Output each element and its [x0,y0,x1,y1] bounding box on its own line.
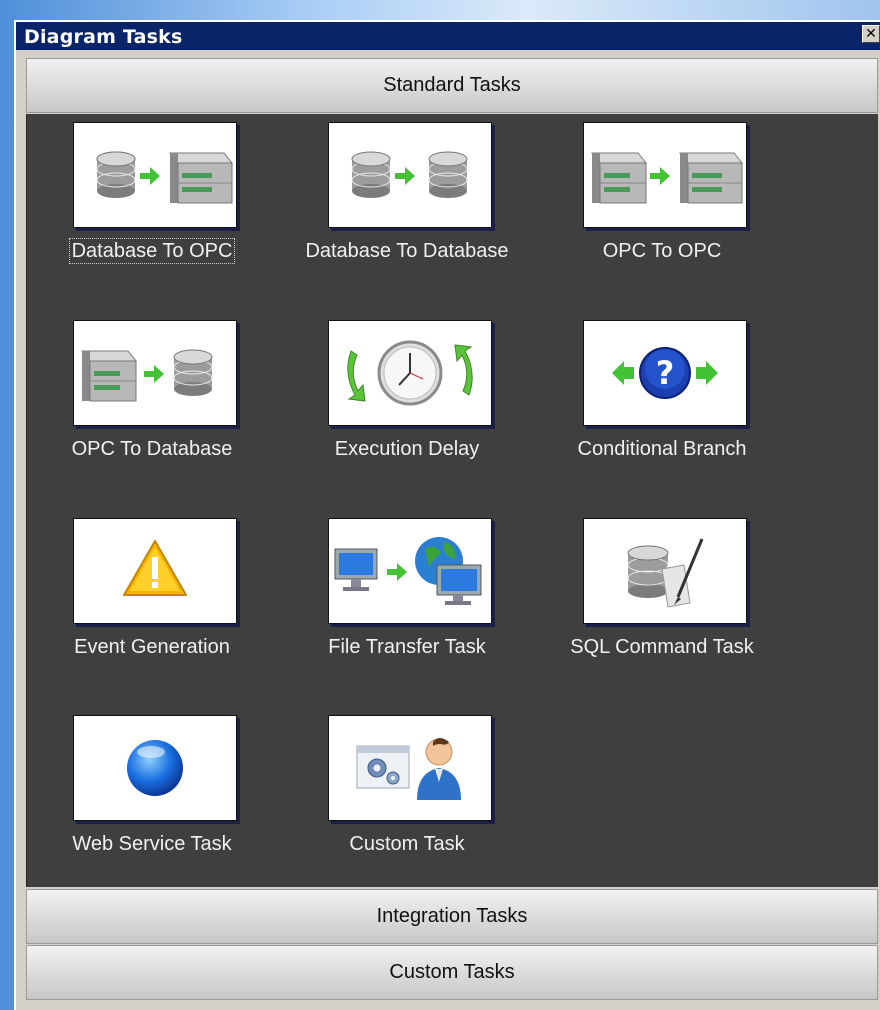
task-label: Conditional Branch [577,438,747,460]
task-file-transfer[interactable]: File Transfer Task [292,518,522,678]
svg-text:?: ? [656,354,675,392]
file-transfer-icon [328,518,492,624]
task-custom[interactable]: Custom Task [292,715,522,875]
database-to-database-icon [328,122,492,228]
task-opc-to-database[interactable]: OPC To Database [37,320,267,480]
diagram-tasks-window: Diagram Tasks ✕ Standard Tasks Database … [14,20,880,1010]
task-execution-delay[interactable]: Execution Delay [292,320,522,480]
standard-tasks-header[interactable]: Standard Tasks [26,58,878,113]
task-label: Web Service Task [72,833,232,855]
opc-to-database-icon [73,320,237,426]
window-title: Diagram Tasks [24,26,183,48]
task-database-to-opc[interactable]: Database To OPC [37,122,267,282]
task-label: OPC To OPC [602,240,722,262]
opc-to-opc-icon [583,122,747,228]
task-label: Database To OPC [68,238,236,264]
task-label: Database To Database [305,240,509,262]
task-event-generation[interactable]: Event Generation [37,518,267,678]
integration-tasks-header[interactable]: Integration Tasks [26,889,878,944]
clock-delay-icon [328,320,492,426]
sql-command-icon [583,518,747,624]
task-label: Custom Task [349,833,465,855]
task-conditional-branch[interactable]: ? Conditional Branch [547,320,777,480]
standard-tasks-panel: Database To OPC Database To Database OPC… [26,114,878,887]
task-label: SQL Command Task [570,636,754,658]
task-label: Event Generation [74,636,230,658]
task-opc-to-opc[interactable]: OPC To OPC [547,122,777,282]
database-to-opc-icon [73,122,237,228]
question-branch-icon: ? [583,320,747,426]
task-label: File Transfer Task [328,636,486,658]
custom-task-icon [328,715,492,821]
task-database-to-database[interactable]: Database To Database [292,122,522,282]
task-label: OPC To Database [71,438,233,460]
globe-web-service-icon [73,715,237,821]
task-sql-command[interactable]: SQL Command Task [547,518,777,678]
warning-event-icon [73,518,237,624]
window-titlebar[interactable]: Diagram Tasks ✕ [16,22,880,50]
task-label: Execution Delay [334,438,480,460]
task-web-service[interactable]: Web Service Task [37,715,267,875]
custom-tasks-header[interactable]: Custom Tasks [26,945,878,1000]
close-button[interactable]: ✕ [862,25,880,43]
